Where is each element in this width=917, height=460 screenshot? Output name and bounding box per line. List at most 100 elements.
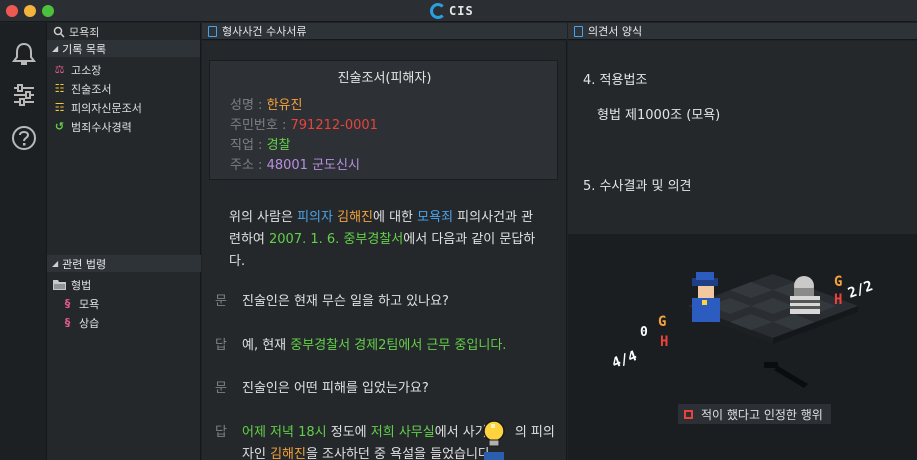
answer-mark: 답 [215, 425, 227, 440]
keyword-suspect-name[interactable]: 김해진 [270, 447, 306, 460]
enemy-h-stat: H [834, 292, 842, 308]
law-folder-criminal[interactable]: 형법 [47, 275, 201, 294]
sliders-icon[interactable] [11, 82, 37, 108]
section-applicable-law: 4. 적용법조 [583, 73, 648, 88]
text: 위의 사람은 [229, 210, 298, 225]
qa-answer-2: 답 어제 저녁 18시 정도에 저희 사무실에서 사기 의 피의 자인 김해진을 … [215, 422, 560, 460]
folder-icon [53, 280, 66, 290]
field-value[interactable]: 경찰 [267, 138, 291, 153]
document-icon [208, 25, 217, 37]
question-mark: 문 [215, 381, 227, 396]
caption-text: 적이 했다고 인정한 행위 [701, 407, 823, 422]
player-g-stat: G [658, 314, 666, 330]
answer-text: 정도에 [326, 425, 371, 440]
enemy-level: 2/2 [846, 278, 875, 302]
field-label: 주소 : [230, 158, 267, 173]
answer-text: 을 조사하던 중 욕설을 들었습니다. [305, 447, 495, 460]
checkbox-icon [684, 409, 693, 419]
answer-text: 의 피의 [514, 425, 555, 440]
player-level-digit: 0 [640, 325, 648, 340]
qa-answer-1: 답 예, 현재 중부경찰서 경제2팀에서 근무 중입니다. [215, 335, 506, 357]
statement-document: 진술조서(피해자) 성명 : 한유진 주민번호 : 791212-0001 직업… [202, 41, 567, 460]
keyword-suspect-name[interactable]: 김해진 [337, 210, 373, 225]
law-folder-label: 형법 [71, 278, 92, 292]
knife-sprite [764, 362, 808, 388]
applied-law-slot[interactable]: 형법 제1000조 (모욕) [597, 104, 720, 123]
minimize-window-button[interactable] [24, 5, 36, 17]
keyword-place[interactable]: 저희 사무실 [371, 425, 435, 440]
record-item-interrogation[interactable]: ☶ 피의자신문조서 [47, 98, 200, 117]
field-name: 성명 : 한유진 [230, 94, 302, 113]
field-label: 주민번호 : [230, 118, 291, 133]
keyword-workplace[interactable]: 중부경찰서 경제2팀에서 근무 중입니다. [290, 338, 506, 353]
field-label: 직업 : [230, 138, 267, 153]
opinion-panel-title: 의견서 양식 [588, 25, 643, 38]
bell-icon[interactable] [11, 41, 37, 67]
enemy-g-stat: G [834, 274, 842, 290]
complaint-icon: ⚖ [54, 63, 65, 76]
sidebar: 모욕죄 ◢ 기록 목록 ⚖ 고소장 ☷ 진술조서 ☶ 피의자신문조서 ↺ 범죄수… [47, 23, 201, 460]
law-item-label: 모욕 [79, 297, 100, 311]
battle-illustration: G H 0 4/4 G H 2/2 적이 했다고 인정한 행위 [568, 234, 917, 460]
record-item-statement[interactable]: ☷ 진술조서 [47, 79, 200, 98]
close-window-button[interactable] [6, 5, 18, 17]
text: 에 대한 [373, 210, 418, 225]
lightbulb-hint-icon[interactable] [481, 419, 507, 460]
record-item-history[interactable]: ↺ 범죄수사경력 [47, 117, 200, 136]
qa-question-1: 문 진술인은 현재 무슨 일을 하고 있나요? [215, 291, 449, 313]
app-logo: CIS [430, 3, 474, 19]
documents-panel-header: 형사사건 수사서류 [202, 23, 567, 40]
app-title: CIS [449, 4, 474, 18]
player-level: 4/4 [610, 348, 639, 372]
answer-text: 예, 현재 [242, 338, 291, 353]
question-mark: 문 [215, 294, 227, 309]
keyword-time[interactable]: 어제 저녁 18시 [242, 425, 327, 440]
law-item-label: 상습 [79, 316, 100, 330]
section-sign-icon: § [64, 316, 71, 329]
record-item-label: 고소장 [71, 63, 102, 77]
record-item-label: 범죄수사경력 [71, 120, 132, 134]
keyword-station[interactable]: 중부경찰서 [343, 232, 403, 247]
documents-panel-title: 형사사건 수사서류 [222, 25, 307, 38]
document-title: 진술조서(피해자) [337, 71, 432, 86]
collapse-triangle-icon: ◢ [52, 259, 59, 268]
law-item-habitual[interactable]: § 상습 [47, 313, 201, 332]
keyword-suspect[interactable]: 피의자 [297, 210, 333, 225]
law-item-insult[interactable]: § 모욕 [47, 294, 201, 313]
logo-ring-icon [430, 3, 446, 19]
opinion-panel-header: 의견서 양식 [568, 23, 917, 40]
records-section-header[interactable]: ◢ 기록 목록 [47, 40, 200, 57]
opinion-form: 4. 적용법조 형법 제1000조 (모욕) 5. 수사결과 및 의견 G H … [568, 41, 917, 460]
intro-paragraph: 위의 사람은 피의자 김해진에 대한 모욕죄 피의사건과 관련하여 2007. … [229, 207, 539, 273]
record-item-label: 진술조서 [71, 82, 112, 96]
question-text: 진술인은 현재 무슨 일을 하고 있나요? [242, 294, 449, 309]
search-row[interactable]: 모욕죄 [47, 23, 200, 40]
field-address: 주소 : 48001 군도신시 [230, 154, 360, 173]
field-value[interactable]: 한유진 [267, 98, 303, 113]
interrogation-icon: ☶ [54, 101, 65, 114]
collapse-triangle-icon: ◢ [52, 44, 59, 53]
field-value[interactable]: 791212-0001 [291, 118, 378, 133]
section-result-opinion: 5. 수사결과 및 의견 [583, 179, 692, 194]
field-value[interactable]: 48001 군도신시 [267, 158, 360, 173]
keyword-date[interactable]: 2007. 1. 6. [269, 232, 339, 247]
field-id-number: 주민번호 : 791212-0001 [230, 114, 378, 133]
record-item-label: 피의자신문조서 [71, 101, 142, 115]
record-item-complaint[interactable]: ⚖ 고소장 [47, 60, 200, 79]
search-icon [53, 26, 65, 38]
maximize-window-button[interactable] [42, 5, 54, 17]
question-text: 진술인은 어떤 피해를 입었는가요? [242, 381, 429, 396]
keyword-crime[interactable]: 모욕죄 [417, 210, 453, 225]
field-occupation: 직업 : 경찰 [230, 134, 291, 153]
confirmed-action-caption[interactable]: 적이 했다고 인정한 행위 [678, 404, 831, 424]
statement-icon: ☷ [54, 82, 65, 95]
answer-text: 자인 [242, 447, 271, 460]
victim-info-card: 진술조서(피해자) 성명 : 한유진 주민번호 : 791212-0001 직업… [209, 60, 558, 180]
qa-question-2: 문 진술인은 어떤 피해를 입었는가요? [215, 378, 429, 400]
records-header-label: 기록 목록 [62, 42, 107, 56]
help-icon[interactable] [11, 125, 37, 151]
document-icon [574, 25, 583, 37]
icon-rail [0, 23, 47, 460]
laws-section-header[interactable]: ◢ 관련 법령 [47, 255, 201, 272]
laws-header-label: 관련 법령 [62, 257, 107, 271]
